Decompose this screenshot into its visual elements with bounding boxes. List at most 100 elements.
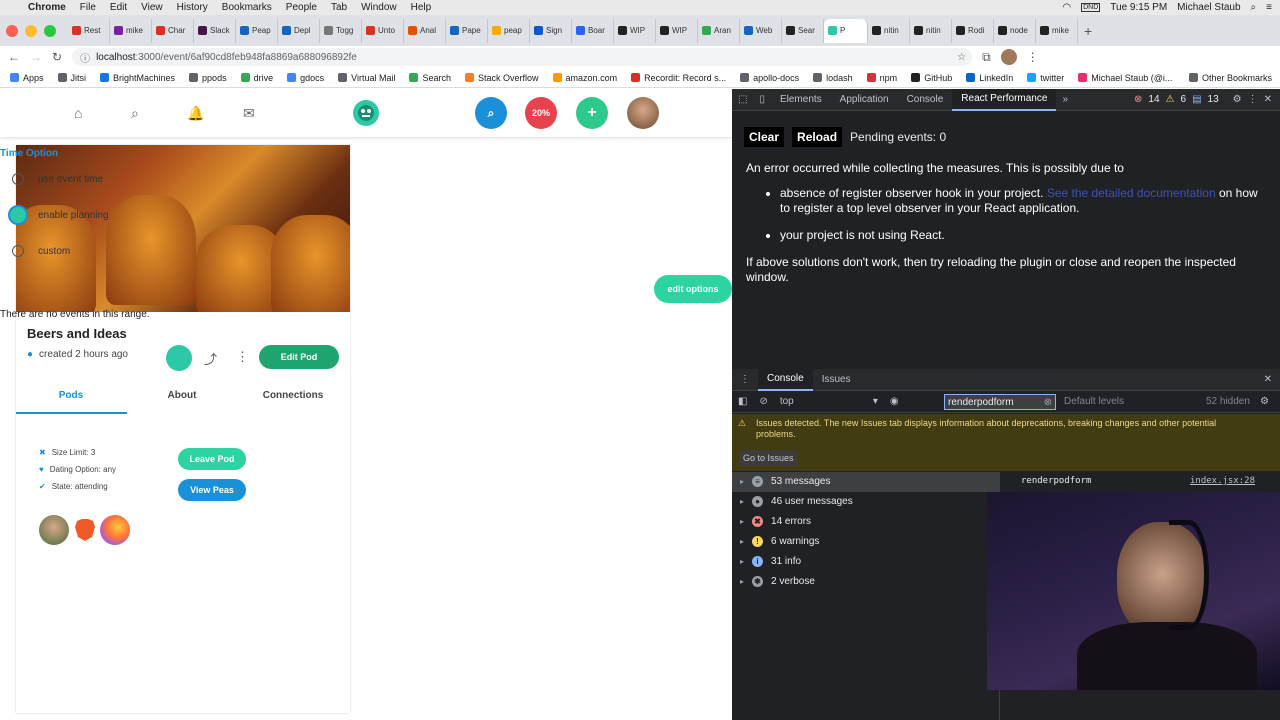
bookmark-item[interactable]: Michael Staub (@i...	[1078, 73, 1172, 83]
clear-console-icon[interactable]: ⊘	[753, 396, 773, 407]
menu-history[interactable]: History	[177, 2, 208, 13]
eye-icon[interactable]: ◉	[884, 396, 905, 407]
drawer-tab-issues[interactable]: Issues	[813, 369, 860, 391]
bookmark-item[interactable]: amazon.com	[552, 73, 617, 83]
browser-tab[interactable]: Rodi	[952, 18, 994, 43]
browser-tab[interactable]: Sign	[530, 18, 572, 43]
bookmark-item[interactable]: Virtual Mail	[338, 73, 395, 83]
menu-window[interactable]: Window	[361, 2, 397, 13]
bookmark-item[interactable]: gdocs	[287, 73, 324, 83]
close-icon[interactable]: ✕	[1264, 94, 1272, 105]
minimize-window-button[interactable]	[25, 24, 37, 37]
browser-tab[interactable]: Pape	[446, 18, 488, 43]
bookmark-item[interactable]: Search	[409, 73, 451, 83]
menu-list-icon[interactable]: ≡	[1266, 2, 1272, 13]
expand-arrow-icon[interactable]: ▸	[740, 577, 744, 586]
menu-people[interactable]: People	[286, 2, 317, 13]
edit-pod-button[interactable]: Edit Pod	[259, 345, 339, 369]
clear-filter-icon[interactable]: ⊗	[1044, 397, 1052, 408]
close-drawer-icon[interactable]: ✕	[1264, 374, 1280, 385]
inspect-icon[interactable]: ⬚	[732, 94, 753, 105]
bookmark-item[interactable]: drive	[240, 73, 273, 83]
user-avatar[interactable]	[627, 97, 659, 129]
browser-tab[interactable]: mike	[110, 18, 152, 43]
bookmark-item[interactable]: apollo-docs	[740, 73, 799, 83]
bookmark-item[interactable]: Apps	[10, 73, 44, 83]
console-settings-icon[interactable]: ⚙	[1260, 396, 1269, 407]
error-count[interactable]: 14	[1148, 94, 1159, 105]
bookmark-item[interactable]: Stack Overflow	[465, 73, 539, 83]
radio-custom[interactable]	[12, 245, 24, 257]
browser-tab[interactable]: nitin	[910, 18, 952, 43]
reload-icon[interactable]: ↻	[52, 50, 62, 64]
close-window-button[interactable]	[6, 24, 18, 37]
clear-button[interactable]: Clear	[744, 127, 785, 147]
browser-tab[interactable]: WIP	[656, 18, 698, 43]
browser-tab[interactable]: mike	[1036, 18, 1078, 43]
extensions-icon[interactable]: ⧉	[982, 50, 991, 65]
device-toggle-icon[interactable]: ▯	[753, 94, 771, 105]
tab-connections[interactable]: Connections	[238, 390, 348, 401]
bookmark-item[interactable]: ppods	[189, 73, 227, 83]
more-vert-icon[interactable]: ⋮	[236, 349, 249, 365]
settings-gear-icon[interactable]: ⚙	[1233, 94, 1242, 105]
expand-arrow-icon[interactable]: ▸	[740, 497, 744, 506]
menu-bookmarks[interactable]: Bookmarks	[222, 2, 272, 13]
menu-help[interactable]: Help	[411, 2, 432, 13]
brave-icon[interactable]	[70, 515, 100, 545]
search-round-button[interactable]: ⌕	[475, 97, 507, 129]
issues-count-icon[interactable]: ▤	[1192, 94, 1201, 105]
user-name[interactable]: Michael Staub	[1177, 2, 1240, 13]
wifi-icon[interactable]: ◠	[1062, 2, 1071, 13]
new-tab-button[interactable]: +	[1084, 23, 1092, 39]
drawer-tab-console[interactable]: Console	[758, 368, 813, 391]
drawer-menu-icon[interactable]: ⋮	[732, 374, 758, 385]
bookmark-item[interactable]: Other Bookmarks	[1188, 73, 1272, 83]
reload-button[interactable]: Reload	[792, 127, 843, 147]
search-icon[interactable]: ⌕	[1251, 2, 1257, 13]
chrome-menu-icon[interactable]: ⋮	[1027, 50, 1039, 64]
clock[interactable]: Tue 9:15 PM	[1110, 2, 1167, 13]
group-info[interactable]: ▸ i 31 info	[740, 556, 801, 567]
bookmark-item[interactable]: lodash	[813, 73, 853, 83]
search-icon[interactable]: ⌕	[131, 105, 139, 122]
browser-tab[interactable]: P	[824, 18, 868, 43]
expand-arrow-icon[interactable]: ▸	[740, 537, 744, 546]
bookmark-item[interactable]: twitter	[1027, 73, 1064, 83]
tab-pods[interactable]: Pods	[16, 390, 126, 401]
mail-icon[interactable]: ✉	[243, 105, 255, 122]
view-peas-button[interactable]: View Peas	[178, 479, 246, 501]
group-user-messages[interactable]: ▸ ● 46 user messages	[740, 496, 853, 507]
browser-tab[interactable]: WIP	[614, 18, 656, 43]
menu-file[interactable]: File	[80, 2, 96, 13]
tab-application[interactable]: Application	[831, 89, 898, 111]
tab-about[interactable]: About	[127, 390, 237, 401]
bookmark-item[interactable]: Recordit: Record s...	[631, 73, 726, 83]
zoom-window-button[interactable]	[44, 24, 56, 37]
menu-edit[interactable]: Edit	[110, 2, 127, 13]
log-source-link[interactable]: index.jsx:28	[1190, 476, 1255, 486]
group-verbose[interactable]: ▸ ✱ 2 verbose	[740, 576, 815, 587]
browser-tab[interactable]: Unto	[362, 18, 404, 43]
documentation-link[interactable]: See the detailed documentation	[1047, 186, 1216, 200]
percent-badge[interactable]: 20%	[525, 97, 557, 129]
radio-use-event-time[interactable]	[12, 173, 24, 185]
browser-tab[interactable]: node	[994, 18, 1036, 43]
firefox-icon[interactable]	[100, 515, 130, 545]
browser-tab[interactable]: Sear	[782, 18, 824, 43]
browser-tab[interactable]: Aran	[698, 18, 740, 43]
browser-tab[interactable]: Web	[740, 18, 782, 43]
radio-enable-planning-selected[interactable]	[8, 205, 28, 225]
filter-input[interactable]: renderpodform ⊗	[944, 394, 1056, 410]
dnd-badge[interactable]: DND	[1081, 3, 1101, 12]
browser-tab[interactable]: Anal	[404, 18, 446, 43]
levels-select[interactable]: Default levels	[1064, 396, 1124, 407]
member-avatar[interactable]	[39, 515, 69, 545]
group-warnings[interactable]: ▸! 6 warnings	[740, 536, 819, 547]
bookmark-item[interactable]: Jitsi	[57, 73, 86, 83]
menu-app-name[interactable]: Chrome	[28, 2, 66, 13]
expand-arrow-icon[interactable]: ▸	[740, 517, 744, 526]
back-icon[interactable]: ←	[8, 50, 20, 64]
bookmark-item[interactable]: BrightMachines	[100, 73, 175, 83]
bookmark-item[interactable]: LinkedIn	[966, 73, 1013, 83]
